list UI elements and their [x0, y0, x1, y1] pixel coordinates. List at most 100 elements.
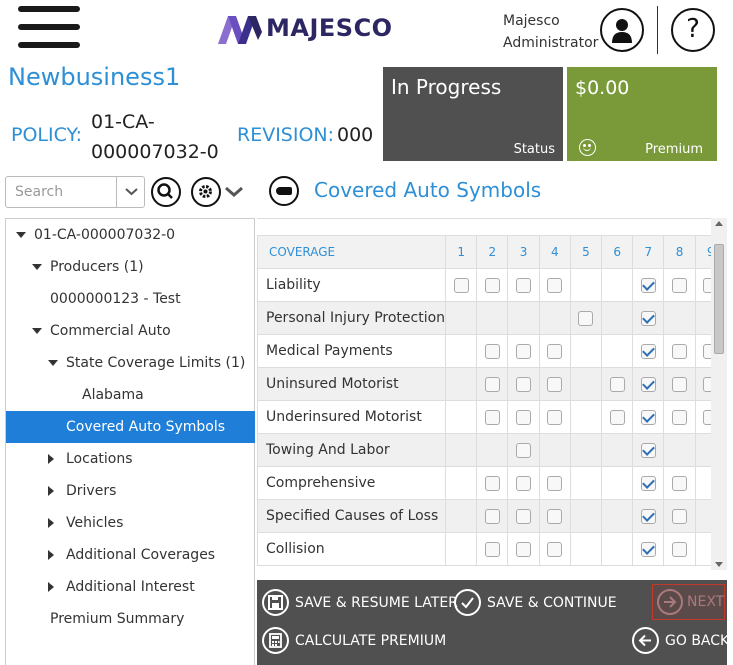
- checkbox[interactable]: [516, 409, 532, 425]
- expand-right-icon[interactable]: [48, 550, 54, 560]
- checkbox[interactable]: [672, 475, 688, 491]
- checkbox[interactable]: [484, 277, 500, 293]
- expand-down-icon[interactable]: [16, 232, 26, 238]
- expand-down-icon[interactable]: [32, 328, 42, 334]
- checkbox[interactable]: [484, 409, 500, 425]
- tree-item[interactable]: Locations: [6, 443, 255, 475]
- checkbox-checked[interactable]: [640, 376, 656, 392]
- checkbox[interactable]: [484, 541, 500, 557]
- checkbox[interactable]: [672, 277, 688, 293]
- checkbox[interactable]: [672, 409, 688, 425]
- checkbox-checked[interactable]: [640, 277, 656, 293]
- settings-button[interactable]: [191, 177, 221, 207]
- checkbox[interactable]: [516, 343, 532, 359]
- symbol-cell: [569, 367, 603, 401]
- checkbox[interactable]: [672, 343, 688, 359]
- checkbox[interactable]: [516, 541, 532, 557]
- hamburger-menu-icon[interactable]: [18, 6, 80, 48]
- user-name-line2: Administrator: [503, 35, 599, 51]
- scroll-down-arrow-icon[interactable]: [715, 562, 723, 567]
- checkbox[interactable]: [484, 508, 500, 524]
- checkbox[interactable]: [672, 376, 688, 392]
- checkbox-checked[interactable]: [640, 442, 656, 458]
- checkbox-checked[interactable]: [640, 409, 656, 425]
- expand-right-icon[interactable]: [48, 518, 54, 528]
- checkbox[interactable]: [672, 508, 688, 524]
- save-resume-later-button[interactable]: SAVE & RESUME LATER: [262, 589, 458, 616]
- checkbox[interactable]: [547, 277, 563, 293]
- logo-text: MAJESCO: [266, 14, 393, 42]
- symbol-cell: [445, 433, 478, 467]
- checkbox[interactable]: [547, 475, 563, 491]
- checkbox-checked[interactable]: [640, 343, 656, 359]
- save-resume-later-label: SAVE & RESUME LATER: [295, 594, 458, 611]
- tree-item[interactable]: Alabama: [6, 379, 255, 411]
- checkbox[interactable]: [516, 277, 532, 293]
- table-row: Comprehensive: [257, 466, 727, 500]
- tree-item[interactable]: Additional Interest: [6, 571, 255, 603]
- expand-down-icon[interactable]: [32, 264, 42, 270]
- tree-item[interactable]: Producers (1): [6, 251, 255, 283]
- expand-down-icon[interactable]: [48, 360, 58, 366]
- scroll-up-arrow-icon[interactable]: [715, 221, 723, 226]
- symbol-column-header: 7: [632, 235, 665, 269]
- help-icon[interactable]: ?: [671, 8, 715, 52]
- checkbox[interactable]: [516, 508, 532, 524]
- coverage-name: Collision: [257, 532, 447, 566]
- checkbox[interactable]: [484, 376, 500, 392]
- tree-item[interactable]: Drivers: [6, 475, 255, 507]
- tree-item[interactable]: Covered Auto Symbols: [6, 411, 255, 443]
- expand-right-icon[interactable]: [48, 582, 54, 592]
- scroll-thumb[interactable]: [714, 244, 724, 354]
- search-button[interactable]: [151, 177, 181, 207]
- symbol-cell: [632, 499, 665, 533]
- checkbox[interactable]: [609, 376, 625, 392]
- symbol-cell: [569, 334, 603, 368]
- calculate-premium-button[interactable]: CALCULATE PREMIUM: [262, 627, 446, 654]
- grid-scrollbar[interactable]: [711, 218, 727, 570]
- checkbox-checked[interactable]: [640, 508, 656, 524]
- tree-item[interactable]: Premium Summary: [6, 603, 255, 635]
- coverage-name: Underinsured Motorist: [257, 400, 447, 434]
- checkbox[interactable]: [547, 376, 563, 392]
- expand-right-icon[interactable]: [48, 486, 54, 496]
- checkbox[interactable]: [547, 541, 563, 557]
- settings-chevron-down-icon[interactable]: [224, 186, 244, 198]
- symbol-cell: [601, 499, 634, 533]
- expand-right-icon[interactable]: [48, 454, 54, 464]
- checkmark-icon: [454, 589, 481, 616]
- checkbox-checked[interactable]: [640, 541, 656, 557]
- checkbox[interactable]: [672, 541, 688, 557]
- symbol-cell: [569, 301, 603, 335]
- tree-item[interactable]: 01-CA-000007032-0: [6, 219, 255, 251]
- checkbox-checked[interactable]: [640, 310, 656, 326]
- symbol-cell: [507, 499, 540, 533]
- checkbox[interactable]: [484, 343, 500, 359]
- policy-number: 01-CA- 000007032-0: [91, 107, 221, 167]
- search-input[interactable]: [6, 177, 111, 207]
- checkbox[interactable]: [609, 409, 625, 425]
- tree-item[interactable]: Vehicles: [6, 507, 255, 539]
- checkbox[interactable]: [547, 409, 563, 425]
- search-dropdown-button[interactable]: [116, 177, 145, 207]
- collapse-panel-icon[interactable]: [269, 176, 299, 206]
- save-continue-button[interactable]: SAVE & CONTINUE: [454, 589, 617, 616]
- checkbox[interactable]: [516, 442, 532, 458]
- checkbox-checked[interactable]: [640, 475, 656, 491]
- tree-item-label: 0000000123 - Test: [50, 291, 181, 307]
- tree-item[interactable]: State Coverage Limits (1): [6, 347, 255, 379]
- next-button[interactable]: NEXT: [652, 584, 725, 620]
- checkbox[interactable]: [484, 475, 500, 491]
- checkbox[interactable]: [516, 376, 532, 392]
- checkbox[interactable]: [453, 277, 469, 293]
- tree-item[interactable]: 0000000123 - Test: [6, 283, 255, 315]
- checkbox[interactable]: [516, 475, 532, 491]
- go-back-button[interactable]: GO BACK: [632, 627, 729, 654]
- checkbox[interactable]: [578, 310, 594, 326]
- tree-item-label: Commercial Auto: [50, 323, 171, 339]
- checkbox[interactable]: [547, 508, 563, 524]
- tree-item[interactable]: Commercial Auto: [6, 315, 255, 347]
- tree-item[interactable]: Additional Coverages: [6, 539, 255, 571]
- checkbox[interactable]: [547, 343, 563, 359]
- user-profile-icon[interactable]: [600, 8, 644, 52]
